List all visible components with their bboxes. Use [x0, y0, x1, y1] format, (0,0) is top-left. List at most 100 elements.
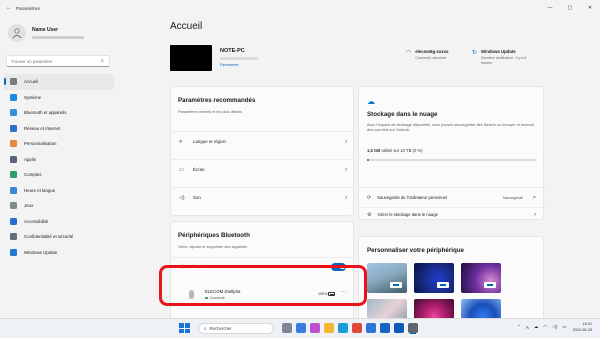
battery-tray-icon[interactable]: ▭ — [562, 324, 566, 330]
volume-icon[interactable]: ◁) — [552, 324, 557, 330]
sidebar-item-brush[interactable]: Personnalisation — [4, 136, 114, 152]
sidebar-item-gamepad[interactable]: Jeux — [4, 198, 114, 214]
window-title: Paramètres — [16, 5, 40, 11]
maximize-button[interactable]: ▢ — [560, 0, 580, 16]
clock[interactable]: 16:31 2024-08-28 — [573, 321, 592, 333]
window-controls: — ▢ ✕ — [540, 0, 600, 16]
wifi-tray-icon[interactable]: ◠ — [543, 324, 547, 330]
outlook-icon[interactable] — [394, 323, 404, 333]
sidebar-item-label: Applis — [24, 156, 36, 162]
search-box[interactable]: ⌕ — [6, 55, 110, 67]
sidebar-item-wifi[interactable]: Réseau et Internet — [4, 121, 114, 137]
edge-icon[interactable] — [338, 323, 348, 333]
theme-thumbnail[interactable] — [367, 263, 407, 293]
recommended-row-label: Écran — [193, 167, 205, 172]
update-title: Windows Update — [481, 49, 516, 54]
wifi-icon — [10, 124, 17, 132]
windows-update-status[interactable]: ↻ Windows Update Dernière vérification :… — [472, 49, 536, 66]
theme-thumbnail[interactable] — [461, 263, 501, 293]
rename-link[interactable]: Renommer — [220, 63, 239, 67]
cloud-card-title: Stockage dans le nuage — [367, 111, 438, 118]
sidebar-item-label: Réseau et Internet — [24, 125, 61, 131]
backup-label: Sauvegarde de l'ordinateur personnel — [377, 195, 447, 200]
settings-gear-icon: ⚙ — [367, 211, 372, 218]
sidebar-nav: Accueil Système Bluetooth et appareils Rése… — [4, 74, 114, 260]
brush-icon — [10, 140, 17, 148]
search-input[interactable] — [11, 58, 101, 64]
sidebar-item-account[interactable]: Comptes — [4, 167, 114, 183]
recommended-row[interactable]: ⟡ Langue et région › — [171, 131, 355, 151]
recommended-title: Paramètres recommandés — [178, 97, 256, 104]
chevron-right-icon: › — [345, 194, 347, 201]
mail-icon[interactable] — [380, 323, 390, 333]
start-button[interactable] — [178, 322, 190, 334]
minimize-button[interactable]: — — [540, 0, 560, 16]
user-icon — [12, 28, 22, 39]
sidebar-item-label: Accueil — [24, 79, 39, 85]
system-tray: ⌃ A ☁ ◠ ◁) ▭ 16:31 2024-08-28 — [512, 321, 592, 333]
manage-cloud-label: Gérer le stockage dans le nuage — [377, 212, 439, 217]
store-icon[interactable] — [366, 323, 376, 333]
language-indicator[interactable]: A — [526, 325, 529, 330]
storage-usage: 1,5 GB utilisé sur 10 TB (0 %) — [367, 148, 423, 153]
onedrive-icon[interactable]: ☁ — [534, 324, 539, 330]
back-arrow-icon[interactable]: ← — [6, 5, 16, 11]
device-image — [170, 45, 212, 71]
taskbar-search[interactable]: ⌕ Rechercher — [198, 322, 274, 334]
accessibility-icon — [10, 217, 17, 225]
sidebar-item-home[interactable]: Accueil — [4, 74, 114, 90]
title-bar: ← Paramètres — ▢ ✕ — [0, 0, 600, 16]
task-view-icon[interactable] — [282, 323, 292, 333]
close-button[interactable]: ✕ — [580, 0, 600, 16]
storage-progress-bar — [367, 159, 537, 161]
copilot-icon[interactable] — [310, 323, 320, 333]
backup-status: Sauvegardé — [502, 195, 523, 200]
search-icon: ⌕ — [204, 325, 207, 331]
gamepad-icon — [10, 202, 17, 210]
widgets-icon[interactable] — [296, 323, 306, 333]
clock-language-icon — [10, 186, 17, 194]
update-icon — [10, 248, 17, 256]
wifi-status-text: Connecté, sécurisé — [415, 55, 447, 60]
sidebar-item-bluetooth[interactable]: Bluetooth et appareils — [4, 105, 114, 121]
manage-cloud-storage-row[interactable]: ⚙ Gérer le stockage dans le nuage › — [359, 207, 545, 221]
file-explorer-icon[interactable] — [324, 323, 334, 333]
recommended-settings-card: Paramètres recommandés Paramètres récent… — [170, 86, 355, 216]
clock-date: 2024-08-28 — [572, 328, 592, 332]
recommended-row[interactable]: ◁) Son › — [171, 187, 355, 207]
chevron-up-icon[interactable]: ⌃ — [517, 324, 521, 330]
storage-used-amount: 1,5 GB — [367, 148, 381, 153]
taskbar-search-placeholder: Rechercher — [209, 325, 232, 331]
user-profile[interactable]: Name User — [8, 24, 84, 42]
storage-used-total: utilisé sur 10 TB (0 %) — [380, 148, 423, 153]
sidebar-item-label: Jeux — [24, 203, 34, 209]
sidebar-item-clock-language[interactable]: Heure et langue — [4, 183, 114, 199]
wifi-status[interactable]: ◠ elecom5g-xxxxx Connecté, sécurisé — [406, 49, 448, 61]
avatar — [8, 24, 26, 42]
chrome-icon[interactable] — [352, 323, 362, 333]
theme-thumbnail[interactable] — [414, 263, 454, 293]
recommended-row[interactable]: ▭ Écran › — [171, 159, 355, 179]
sidebar-item-apps[interactable]: Applis — [4, 152, 114, 168]
sidebar-item-accessibility[interactable]: Accessibilité — [4, 214, 114, 230]
wifi-icon: ◠ — [406, 50, 412, 56]
sidebar-item-label: Bluetooth et appareils — [24, 110, 67, 116]
pc-backup-row[interactable]: ⟳ Sauvegarde de l'ordinateur personnel S… — [359, 187, 545, 207]
taskbar: ⌕ Rechercher ⌃ A ☁ ◠ ◁) ▭ 16:31 2024-08-… — [0, 318, 600, 338]
sidebar-item-label: Heure et langue — [24, 187, 56, 193]
sidebar-item-update[interactable]: Windows Update — [4, 245, 114, 261]
device-name: NOTE-PC — [220, 48, 245, 54]
sidebar-item-label: Système — [24, 94, 42, 100]
sidebar-item-label: Accessibilité — [24, 218, 49, 224]
chevron-right-icon: › — [345, 166, 347, 173]
sidebar-item-shield[interactable]: Confidentialité et sécurité — [4, 229, 114, 245]
language-icon: ⟡ — [179, 138, 183, 145]
settings-icon[interactable] — [408, 323, 418, 333]
cloud-icon: ☁ — [367, 97, 375, 106]
account-icon — [10, 171, 17, 179]
storage-progress-fill — [367, 159, 369, 161]
chevron-right-icon: › — [345, 138, 347, 145]
sidebar-item-system[interactable]: Système — [4, 90, 114, 106]
sidebar-item-label: Confidentialité et sécurité — [24, 234, 74, 240]
recommended-row-label: Son — [193, 195, 201, 200]
